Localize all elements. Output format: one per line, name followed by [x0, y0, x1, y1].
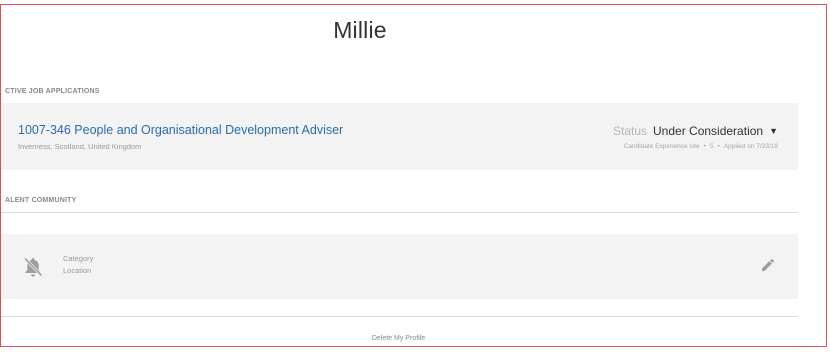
- application-source: Candidate Experience site: [623, 143, 700, 150]
- talent-community-section-label: ALENT COMMUNITY: [5, 197, 77, 204]
- applications-section-label: CTIVE JOB APPLICATIONS: [5, 88, 100, 95]
- location-label: Location: [63, 266, 92, 275]
- status-dropdown[interactable]: Under Consideration: [653, 124, 763, 138]
- job-title-link[interactable]: 1007-346 People and Organisational Devel…: [18, 123, 343, 137]
- status-row: Status Under Consideration ▼: [613, 124, 778, 138]
- section-divider: [1, 212, 798, 213]
- category-label: Category: [63, 254, 94, 263]
- job-application-card: 1007-346 People and Organisational Devel…: [1, 103, 798, 170]
- status-label: Status: [612, 124, 648, 138]
- job-location: Inverness, Scotland, United Kingdom: [18, 142, 142, 151]
- application-applied-date: Applied on 7/23/19: [723, 143, 778, 150]
- caret-down-icon[interactable]: ▼: [769, 126, 778, 136]
- application-meta: Candidate Experience site • 5 • Applied on 7…: [624, 143, 778, 150]
- pencil-icon[interactable]: [760, 257, 776, 273]
- talent-community-card: Category Location: [1, 234, 798, 299]
- footer-divider: [1, 316, 798, 317]
- candidate-name: Millie: [333, 17, 387, 43]
- application-number: 5: [709, 143, 714, 150]
- separator-dot: •: [717, 143, 720, 150]
- bell-off-icon: [23, 257, 43, 277]
- separator-dot: •: [703, 143, 706, 150]
- delete-profile-link[interactable]: Delete My Profile: [0, 335, 797, 342]
